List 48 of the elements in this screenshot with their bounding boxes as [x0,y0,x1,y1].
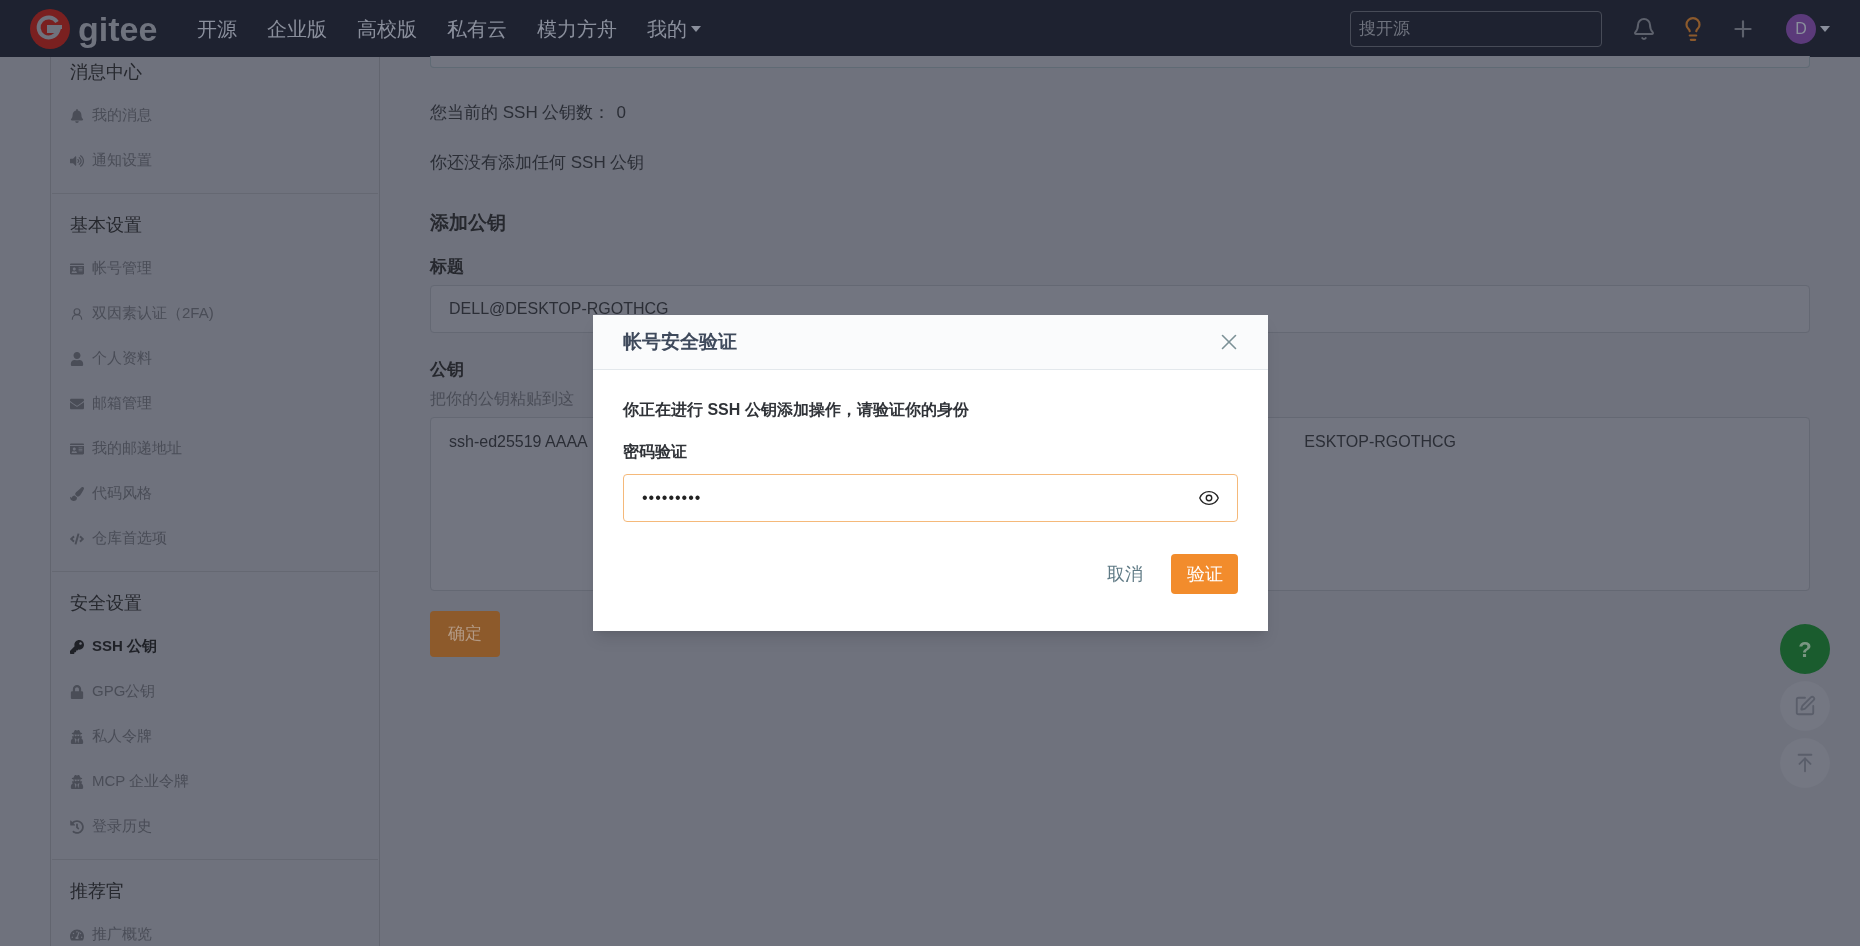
avatar[interactable]: D [1786,13,1816,44]
verify-button[interactable]: 验证 [1171,554,1238,594]
section-title: 安全设置 [70,592,143,615]
sidebar-item-icon [70,351,84,366]
cancel-button[interactable]: 取消 [1103,554,1147,594]
empty-message: 你还没有添加任何 SSH 公钥 [430,151,646,174]
nav-link[interactable]: 我的 [647,13,702,44]
sidebar-item-icon [70,396,84,411]
key-count-label: 您当前的 SSH 公钥数： [430,102,611,124]
sidebar-item-icon [70,927,84,942]
sidebar-item-icon [70,531,84,546]
field-label: 密码验证 [623,442,688,462]
nav-link[interactable]: 模力方舟 [537,13,618,44]
sidebar-item[interactable]: SSH 公钥 [70,624,360,669]
key-text: ssh-ed25519 AAAA [449,431,588,450]
nav-link[interactable]: 高校版 [357,13,418,44]
section-title: 推荐官 [70,880,125,903]
logo-icon [30,8,70,49]
sidebar-item-icon [70,306,84,321]
section-title: 消息中心 [70,61,143,84]
key-count: 0 [616,102,626,124]
nav-link[interactable]: 私有云 [447,13,508,44]
sidebar-item-icon [70,441,84,456]
section-title: 基本设置 [70,214,143,237]
sidebar-item-icon [70,108,84,123]
input-field[interactable] [430,56,1810,68]
field-label: 公钥 [430,359,465,381]
sidebar-item-icon [70,774,84,789]
bell-icon[interactable] [1632,16,1656,41]
logo-text[interactable]: gitee [78,11,158,46]
edit-icon [1794,695,1816,717]
section-heading: 添加公钥 [430,211,507,235]
sidebar-item-icon [70,819,84,834]
search-field[interactable]: 搜开源 [1350,10,1602,47]
key-text: ESKTOP-RGOTHCG [1304,431,1456,450]
field-label: 标题 [430,255,465,278]
sidebar-item-icon [70,639,84,654]
sidebar-item-icon [70,153,84,168]
nav-link[interactable]: 企业版 [267,13,328,44]
help-button[interactable]: ? [1780,624,1830,674]
confirm-button[interactable]: 确定 [430,610,500,657]
caret-icon [1820,25,1830,32]
sidebar-item-icon [70,684,84,699]
sidebar-item-icon [70,486,84,501]
password-field[interactable]: ••••••••• [623,474,1238,522]
nav-link[interactable]: 开源 [197,13,238,44]
sidebar-item-icon [70,261,84,276]
sidebar-item-icon [70,729,84,744]
